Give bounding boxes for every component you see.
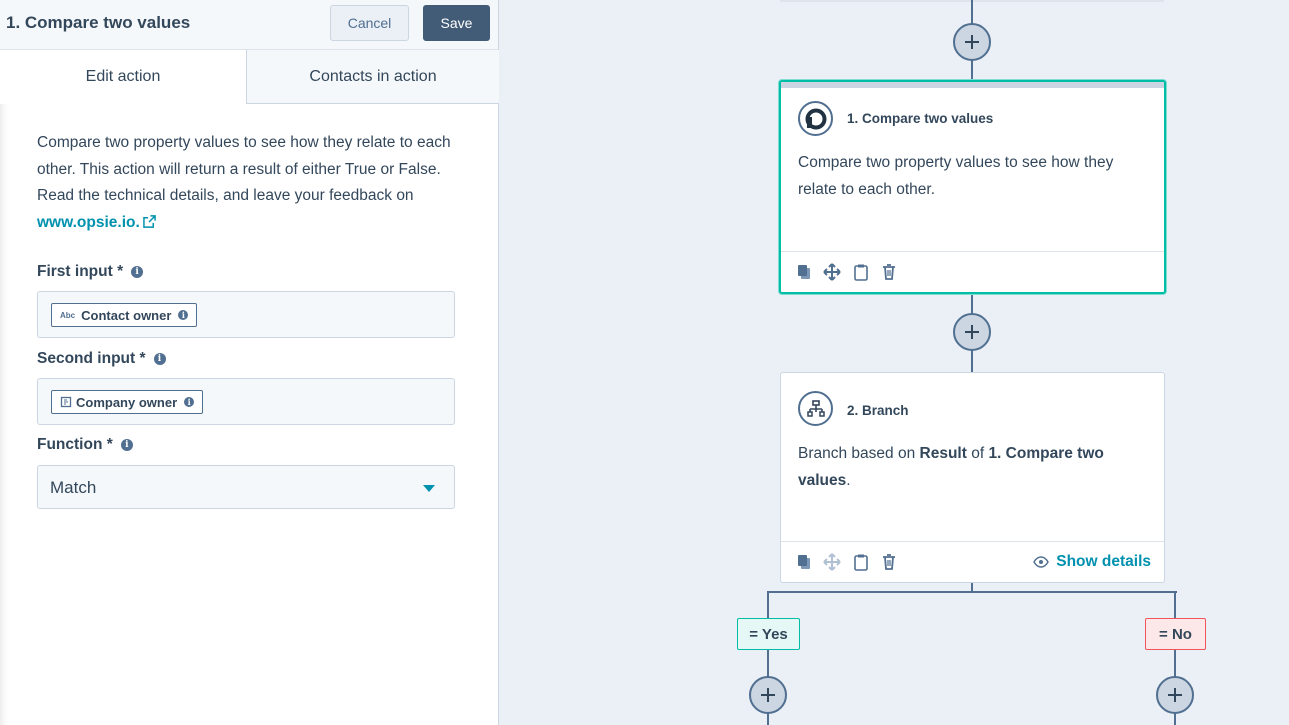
copy-icon[interactable]: [796, 263, 814, 281]
plus-icon: [761, 688, 775, 702]
tab-edit-action[interactable]: Edit action: [0, 50, 247, 104]
company-owner-token[interactable]: Company owner i: [51, 390, 204, 414]
cancel-button[interactable]: Cancel: [330, 5, 409, 41]
info-icon[interactable]: i: [184, 397, 195, 407]
tab-contacts-in-action[interactable]: Contacts in action: [247, 50, 499, 104]
company-property-icon: [60, 396, 72, 408]
description-text: Compare two property values to see how t…: [37, 134, 451, 204]
opsie-link[interactable]: www.opsie.io.: [37, 214, 140, 231]
card-topbar: [781, 82, 1164, 88]
action-card-compare-values[interactable]: 1. Compare two values Compare two proper…: [779, 80, 1166, 294]
trash-icon[interactable]: [880, 553, 898, 571]
function-label: Function * i: [37, 436, 133, 454]
trash-icon[interactable]: [880, 263, 898, 281]
yes-branch-tag[interactable]: = Yes: [737, 618, 800, 650]
second-input-field[interactable]: Company owner i: [37, 378, 455, 425]
panel-title: 1. Compare two values: [6, 13, 191, 32]
move-icon[interactable]: [823, 263, 841, 281]
card-body: Branch based on Result of 1. Compare two…: [798, 445, 1104, 489]
copy-icon[interactable]: [796, 553, 814, 571]
plus-icon: [1168, 688, 1182, 702]
add-action-button[interactable]: [953, 23, 991, 61]
card-footer: Show details: [781, 541, 1164, 583]
opsie-logo-icon: [798, 101, 833, 136]
info-icon[interactable]: i: [178, 310, 189, 320]
card-title: 1. Compare two values: [847, 111, 994, 126]
save-button[interactable]: Save: [423, 5, 490, 41]
card-footer: [781, 251, 1164, 293]
branch-connector-line: [767, 591, 1177, 593]
info-icon[interactable]: i: [120, 439, 133, 451]
eye-icon: [1033, 556, 1050, 568]
external-link-icon[interactable]: [142, 214, 156, 228]
edit-action-panel: 1. Compare two values Cancel Save Edit a…: [0, 0, 499, 725]
plus-icon: [965, 325, 979, 339]
contact-owner-token[interactable]: Abc Contact owner i: [51, 303, 198, 327]
clipboard-icon[interactable]: [852, 263, 870, 281]
function-select-value: Match: [50, 478, 97, 497]
add-action-button-yes[interactable]: [749, 676, 787, 714]
show-details-link[interactable]: Show details: [1033, 553, 1151, 571]
token-label: Company owner: [76, 394, 178, 410]
card-body: Compare two property values to see how t…: [798, 154, 1114, 198]
action-description: Compare two property values to see how t…: [37, 130, 467, 236]
clipboard-icon[interactable]: [852, 553, 870, 571]
panel-header: 1. Compare two values Cancel Save: [0, 0, 498, 50]
card-title: 2. Branch: [847, 403, 909, 418]
no-branch-tag[interactable]: = No: [1145, 618, 1206, 650]
chevron-down-icon: [423, 485, 435, 492]
panel-tabs: Edit action Contacts in action: [0, 50, 499, 104]
function-select[interactable]: Match: [37, 465, 455, 509]
info-icon[interactable]: i: [131, 266, 144, 278]
plus-icon: [965, 35, 979, 49]
action-card-branch[interactable]: 2. Branch Branch based on Result of 1. C…: [780, 372, 1165, 583]
token-label: Contact owner: [81, 307, 172, 323]
second-input-label: Second input * i: [37, 350, 166, 368]
first-input-label: First input * i: [37, 263, 144, 281]
text-property-icon: Abc: [60, 310, 76, 320]
move-icon: [823, 553, 841, 571]
branch-icon: [798, 391, 833, 426]
info-icon[interactable]: i: [153, 353, 166, 365]
first-input-field[interactable]: Abc Contact owner i: [37, 291, 455, 338]
add-action-button-no[interactable]: [1156, 676, 1194, 714]
add-action-button[interactable]: [953, 313, 991, 351]
show-details-label: Show details: [1056, 553, 1151, 570]
